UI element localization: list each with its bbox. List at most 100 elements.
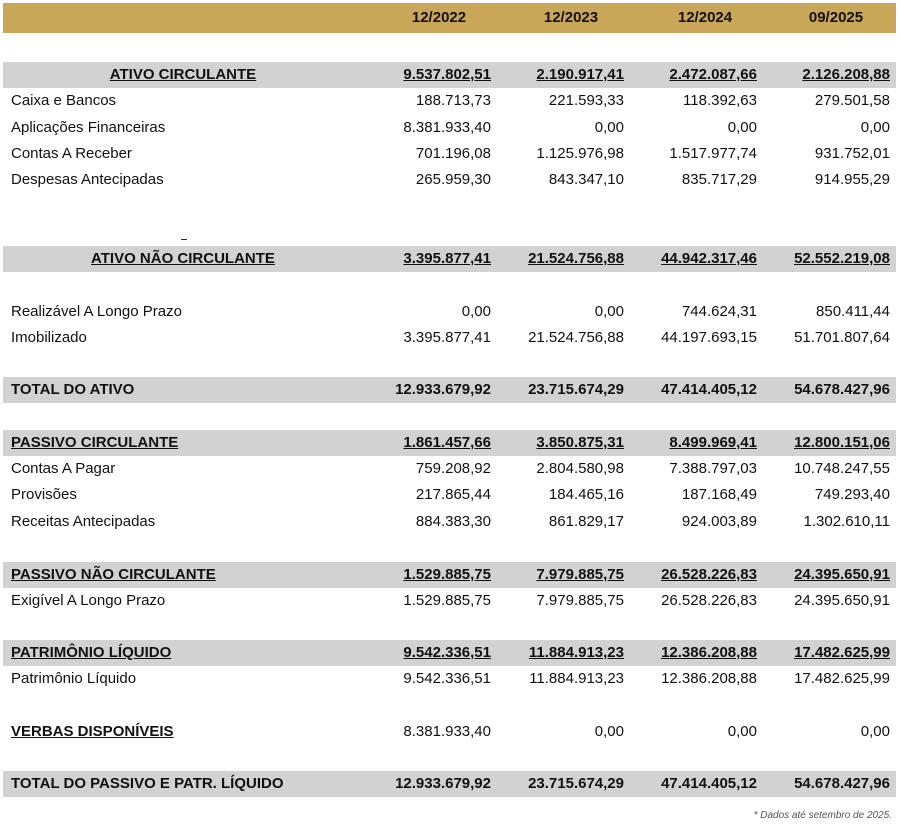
row-value: 843.347,10 xyxy=(548,171,624,188)
row-value: 924.003,89 xyxy=(681,513,757,530)
stray-mark xyxy=(181,239,187,240)
row-value: 0,00 xyxy=(594,119,624,136)
table-row: Realizável A Longo Prazo 0,00 0,00 744.6… xyxy=(3,299,896,325)
row-value: 1.125.976,98 xyxy=(536,145,624,162)
row-value: 7.388.797,03 xyxy=(669,460,757,477)
row-label: Realizável A Longo Prazo xyxy=(11,303,182,320)
row-value: 26.528.226,83 xyxy=(661,592,757,609)
row-label: Contas A Receber xyxy=(11,145,132,162)
section-total: 2.472.087,66 xyxy=(669,66,757,83)
row-value: 884.383,30 xyxy=(415,513,491,530)
row-label: Exigível A Longo Prazo xyxy=(11,592,166,609)
section-header-patrimonio-liquido: PATRIMÔNIO LÍQUIDO 9.542.336,51 11.884.9… xyxy=(3,640,896,666)
row-value: 11.884.913,23 xyxy=(529,670,624,687)
row-value: 0,00 xyxy=(727,723,757,740)
section-label: ATIVO CIRCULANTE xyxy=(109,66,257,83)
row-value: 184.465,16 xyxy=(548,486,624,503)
row-label: Aplicações Financeiras xyxy=(11,119,166,136)
footnote: * Dados até setembro de 2025. xyxy=(753,810,892,821)
table-row: Contas A Pagar 759.208,92 2.804.580,98 7… xyxy=(3,456,896,482)
section-label: PATRIMÔNIO LÍQUIDO xyxy=(11,644,172,661)
row-value: 0,00 xyxy=(461,303,491,320)
row-label: Receitas Antecipadas xyxy=(11,513,156,530)
row-label: Patrimônio Líquido xyxy=(11,670,137,687)
section-label: VERBAS DISPONÍVEIS xyxy=(11,723,174,740)
period-header: 12/2022 xyxy=(411,9,467,26)
period-header: 12/2023 xyxy=(543,9,599,26)
table-row: Imobilizado 3.395.877,41 21.524.756,88 4… xyxy=(3,325,896,351)
section-total: 26.528.226,83 xyxy=(661,566,757,583)
section-header-ativo-circulante: ATIVO CIRCULANTE 9.537.802,51 2.190.917,… xyxy=(3,62,896,88)
section-total: 3.395.877,41 xyxy=(403,250,491,267)
total-value: 12.933.679,92 xyxy=(395,775,491,792)
row-label: Contas A Pagar xyxy=(11,460,116,477)
section-header-passivo-circulante: PASSIVO CIRCULANTE 1.861.457,66 3.850.87… xyxy=(3,430,896,456)
section-total: 52.552.219,08 xyxy=(794,250,890,267)
section-label: PASSIVO NÃO CIRCULANTE xyxy=(11,566,216,583)
table-row: Caixa e Bancos 188.713,73 221.593,33 118… xyxy=(3,88,896,114)
total-label: TOTAL DO PASSIVO E PATR. LÍQUIDO xyxy=(11,775,284,792)
row-value: 265.959,30 xyxy=(415,171,491,188)
table-row: Aplicações Financeiras 8.381.933,40 0,00… xyxy=(3,115,896,141)
verbas-disponiveis-row: VERBAS DISPONÍVEIS 8.381.933,40 0,00 0,0… xyxy=(3,719,896,745)
total-row-ativo: TOTAL DO ATIVO 12.933.679,92 23.715.674,… xyxy=(3,377,896,403)
row-value: 21.524.756,88 xyxy=(528,329,624,346)
total-value: 54.678.427,96 xyxy=(794,775,890,792)
section-total: 12.800.151,06 xyxy=(794,434,890,451)
section-total: 12.386.208,88 xyxy=(661,644,757,661)
section-total: 9.542.336,51 xyxy=(403,644,491,661)
row-value: 8.381.933,40 xyxy=(403,723,491,740)
row-value: 217.865,44 xyxy=(415,486,491,503)
row-label: Provisões xyxy=(11,486,77,503)
table-row: Patrimônio Líquido 9.542.336,51 11.884.9… xyxy=(3,666,896,692)
table-row: Receitas Antecipadas 884.383,30 861.829,… xyxy=(3,509,896,535)
row-value: 17.482.625,99 xyxy=(794,670,890,687)
header-row: 12/2022 12/2023 12/2024 09/2025 xyxy=(3,3,896,33)
total-value: 12.933.679,92 xyxy=(395,381,491,398)
section-total: 2.126.208,88 xyxy=(802,66,890,83)
row-label: Caixa e Bancos xyxy=(11,92,117,109)
section-total: 3.850.875,31 xyxy=(536,434,624,451)
section-total: 2.190.917,41 xyxy=(536,66,624,83)
row-value: 0,00 xyxy=(727,119,757,136)
section-total: 44.942.317,46 xyxy=(661,250,757,267)
row-value: 7.979.885,75 xyxy=(536,592,624,609)
total-value: 23.715.674,29 xyxy=(528,381,624,398)
section-total: 9.537.802,51 xyxy=(403,66,491,83)
row-value: 835.717,29 xyxy=(681,171,757,188)
row-value: 188.713,73 xyxy=(415,92,491,109)
table-row: Contas A Receber 701.196,08 1.125.976,98… xyxy=(3,141,896,167)
row-value: 744.624,31 xyxy=(681,303,757,320)
section-total: 1.529.885,75 xyxy=(403,566,491,583)
period-header: 12/2024 xyxy=(677,9,733,26)
total-value: 23.715.674,29 xyxy=(528,775,624,792)
total-value: 54.678.427,96 xyxy=(794,381,890,398)
row-value: 187.168,49 xyxy=(681,486,757,503)
row-value: 0,00 xyxy=(594,723,624,740)
row-label: Imobilizado xyxy=(11,329,87,346)
row-value: 931.752,01 xyxy=(814,145,890,162)
row-value: 701.196,08 xyxy=(415,145,491,162)
row-value: 1.517.977,74 xyxy=(669,145,757,162)
row-value: 9.542.336,51 xyxy=(403,670,491,687)
row-value: 1.302.610,11 xyxy=(803,513,890,530)
row-value: 2.804.580,98 xyxy=(536,460,624,477)
section-label: ATIVO NÃO CIRCULANTE xyxy=(91,250,275,267)
section-total: 8.499.969,41 xyxy=(669,434,757,451)
total-value: 47.414.405,12 xyxy=(661,775,757,792)
total-value: 47.414.405,12 xyxy=(661,381,757,398)
row-value: 221.593,33 xyxy=(548,92,624,109)
row-value: 279.501,58 xyxy=(814,92,890,109)
section-label: PASSIVO CIRCULANTE xyxy=(11,434,179,451)
section-total: 1.861.457,66 xyxy=(403,434,491,451)
row-value: 8.381.933,40 xyxy=(403,119,491,136)
section-total: 11.884.913,23 xyxy=(528,644,624,661)
total-row-passivo: TOTAL DO PASSIVO E PATR. LÍQUIDO 12.933.… xyxy=(3,771,896,797)
section-total: 7.979.885,75 xyxy=(536,566,624,583)
row-value: 749.293,40 xyxy=(814,486,890,503)
row-value: 3.395.877,41 xyxy=(403,329,491,346)
row-value: 10.748.247,55 xyxy=(794,460,890,477)
row-value: 118.392,63 xyxy=(683,92,757,109)
table-row: Exigível A Longo Prazo 1.529.885,75 7.97… xyxy=(3,588,896,614)
row-value: 0,00 xyxy=(860,119,890,136)
